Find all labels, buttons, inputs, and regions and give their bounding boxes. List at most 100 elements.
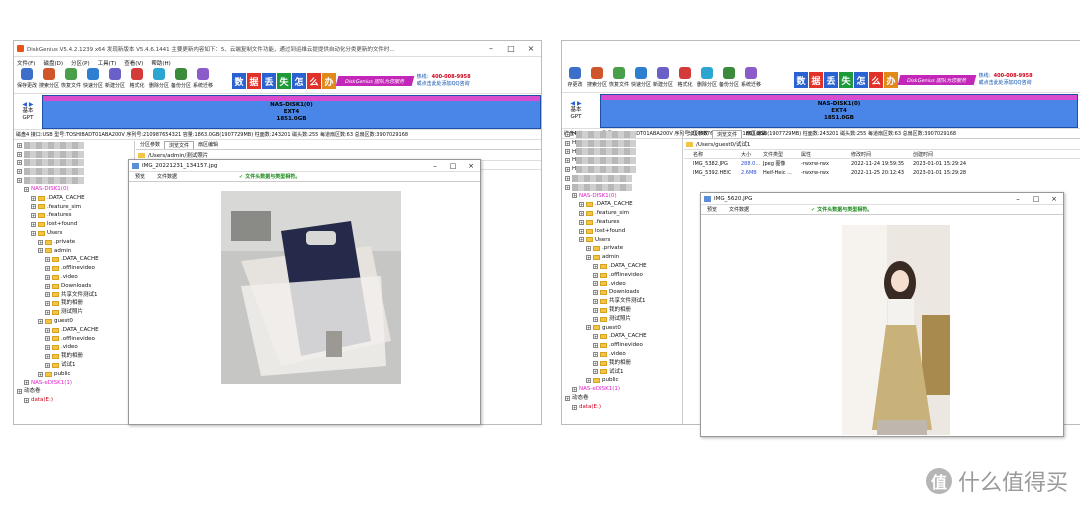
expand-toggle-icon[interactable]: +: [17, 389, 22, 395]
tree-item[interactable]: + .DATA_CACHE: [14, 255, 134, 264]
tab[interactable]: 浏览文件: [164, 141, 195, 149]
tree-item[interactable]: + public: [14, 370, 134, 379]
toolbar-button[interactable]: 恢复文件: [60, 68, 82, 89]
tree-item[interactable]: + NAS-DISK1(0): [562, 192, 682, 201]
menu-item[interactable]: 帮助(H): [151, 59, 170, 67]
column-header[interactable]: 大小: [741, 151, 763, 158]
menu-item[interactable]: 分区(P): [71, 59, 90, 67]
expand-toggle-icon[interactable]: +: [38, 248, 43, 254]
tree-item[interactable]: +: [14, 159, 134, 168]
tree-item[interactable]: + .DATA_CACHE: [14, 326, 134, 335]
toolbar-button[interactable]: 新建分区: [652, 67, 674, 88]
expand-toggle-icon[interactable]: +: [17, 169, 22, 175]
column-header[interactable]: 名称: [684, 151, 741, 158]
toolbar-button[interactable]: 搜索分区: [586, 67, 608, 88]
expand-toggle-icon[interactable]: +: [38, 318, 43, 324]
expand-toggle-icon[interactable]: +: [31, 195, 36, 201]
expand-toggle-icon[interactable]: +: [593, 272, 598, 278]
tree-item[interactable]: + .features: [14, 211, 134, 220]
tab[interactable]: 浏览文件: [712, 130, 743, 138]
tree-item[interactable]: + 我的相册: [14, 352, 134, 361]
toolbar-button[interactable]: 格式化: [674, 67, 696, 88]
expand-toggle-icon[interactable]: +: [45, 354, 50, 360]
tree-item[interactable]: + .offlinevideo: [562, 271, 682, 280]
close-icon[interactable]: ×: [1045, 195, 1063, 203]
tree-item[interactable]: +: [14, 150, 134, 159]
column-header[interactable]: 修改时间: [851, 151, 913, 158]
expand-toggle-icon[interactable]: +: [572, 193, 577, 199]
expand-toggle-icon[interactable]: +: [579, 219, 584, 225]
toolbar-button[interactable]: 删除分区: [148, 68, 170, 89]
partition-bar[interactable]: NAS-DISK1(0) EXT4 1851.0GB: [41, 94, 541, 129]
path-bar[interactable]: /Users/guest0/试试1: [684, 139, 1080, 150]
tree-item[interactable]: + 测试照片: [14, 308, 134, 317]
expand-toggle-icon[interactable]: +: [572, 404, 577, 410]
tree-item[interactable]: +: [14, 176, 134, 185]
tree-item[interactable]: + .feature_sim: [14, 203, 134, 212]
expand-toggle-icon[interactable]: +: [593, 307, 598, 313]
menu-item[interactable]: 磁盘(D): [43, 59, 63, 67]
expand-toggle-icon[interactable]: +: [45, 266, 50, 272]
tree-item[interactable]: + data(E:): [14, 396, 134, 405]
expand-toggle-icon[interactable]: +: [565, 395, 570, 401]
preview-tab[interactable]: 预览: [701, 206, 723, 213]
expand-toggle-icon[interactable]: +: [565, 149, 570, 155]
tree-item[interactable]: + 试试1: [562, 368, 682, 377]
expand-toggle-icon[interactable]: +: [45, 301, 50, 307]
maximize-icon[interactable]: □: [444, 162, 462, 170]
tab[interactable]: 分区参数: [136, 141, 164, 149]
expand-toggle-icon[interactable]: +: [17, 151, 22, 157]
tree-item[interactable]: + H: [562, 139, 682, 148]
expand-toggle-icon[interactable]: +: [17, 178, 22, 184]
tab[interactable]: 分区参数: [684, 130, 712, 138]
tree-item[interactable]: + admin: [562, 253, 682, 262]
expand-toggle-icon[interactable]: +: [579, 202, 584, 208]
toolbar-button[interactable]: 快速分区: [82, 68, 104, 89]
tree-item[interactable]: + Downloads: [14, 282, 134, 291]
minimize-icon[interactable]: –: [426, 162, 444, 170]
toolbar-button[interactable]: 删除分区: [696, 67, 718, 88]
disk-nav-arrows[interactable]: ◀ ▶: [14, 101, 42, 108]
menu-item[interactable]: 查看(V): [124, 59, 143, 67]
tree-item[interactable]: + .offlinevideo: [562, 341, 682, 350]
tree-item[interactable]: + 测试照片: [562, 315, 682, 324]
expand-toggle-icon[interactable]: +: [586, 246, 591, 252]
expand-toggle-icon[interactable]: +: [586, 255, 591, 261]
tree-item[interactable]: + .feature_sim: [562, 209, 682, 218]
expand-toggle-icon[interactable]: +: [38, 371, 43, 377]
toolbar-button[interactable]: 保存更改: [16, 68, 38, 89]
tree-item[interactable]: + .DATA_CACHE: [14, 194, 134, 203]
tree-item[interactable]: + 动态卷: [562, 394, 682, 403]
expand-toggle-icon[interactable]: +: [593, 351, 598, 357]
tree-item[interactable]: + 试试1: [14, 361, 134, 370]
tree-item[interactable]: +: [14, 167, 134, 176]
minimize-icon[interactable]: –: [1009, 195, 1027, 203]
expand-toggle-icon[interactable]: +: [31, 230, 36, 236]
tree-item[interactable]: + 我的相册: [14, 299, 134, 308]
expand-toggle-icon[interactable]: +: [565, 158, 570, 164]
tree-item[interactable]: + NAS-eDISK1(1): [562, 385, 682, 394]
expand-toggle-icon[interactable]: +: [572, 387, 577, 392]
tree-item[interactable]: + lost+found: [562, 227, 682, 236]
partition-bar[interactable]: NAS-DISK1(0) EXT4 1851.0GB: [600, 93, 1078, 128]
tab[interactable]: 扇区编辑: [742, 130, 770, 138]
toolbar-button[interactable]: 新建分区: [104, 68, 126, 89]
expand-toggle-icon[interactable]: +: [17, 160, 22, 166]
file-data-tab[interactable]: 文件数据: [151, 173, 183, 180]
close-icon[interactable]: ×: [462, 162, 480, 170]
preview-tab[interactable]: 预览: [129, 173, 151, 180]
tree-item[interactable]: + .offlinevideo: [14, 264, 134, 273]
expand-toggle-icon[interactable]: +: [565, 131, 570, 137]
expand-toggle-icon[interactable]: +: [593, 369, 598, 375]
expand-toggle-icon[interactable]: +: [593, 281, 598, 287]
expand-toggle-icon[interactable]: +: [17, 142, 22, 148]
tree-item[interactable]: + H: [562, 130, 682, 139]
toolbar-button[interactable]: 快速分区: [630, 67, 652, 88]
tree-item[interactable]: + H: [562, 165, 682, 174]
tree-item[interactable]: + .offlinevideo: [14, 335, 134, 344]
expand-toggle-icon[interactable]: +: [579, 211, 584, 217]
tree-item[interactable]: + NAS-eDISK1(1): [14, 379, 134, 388]
expand-toggle-icon[interactable]: +: [45, 336, 50, 342]
tree-item[interactable]: + .features: [562, 218, 682, 227]
tree-item[interactable]: + 共享文件测试1: [562, 297, 682, 306]
